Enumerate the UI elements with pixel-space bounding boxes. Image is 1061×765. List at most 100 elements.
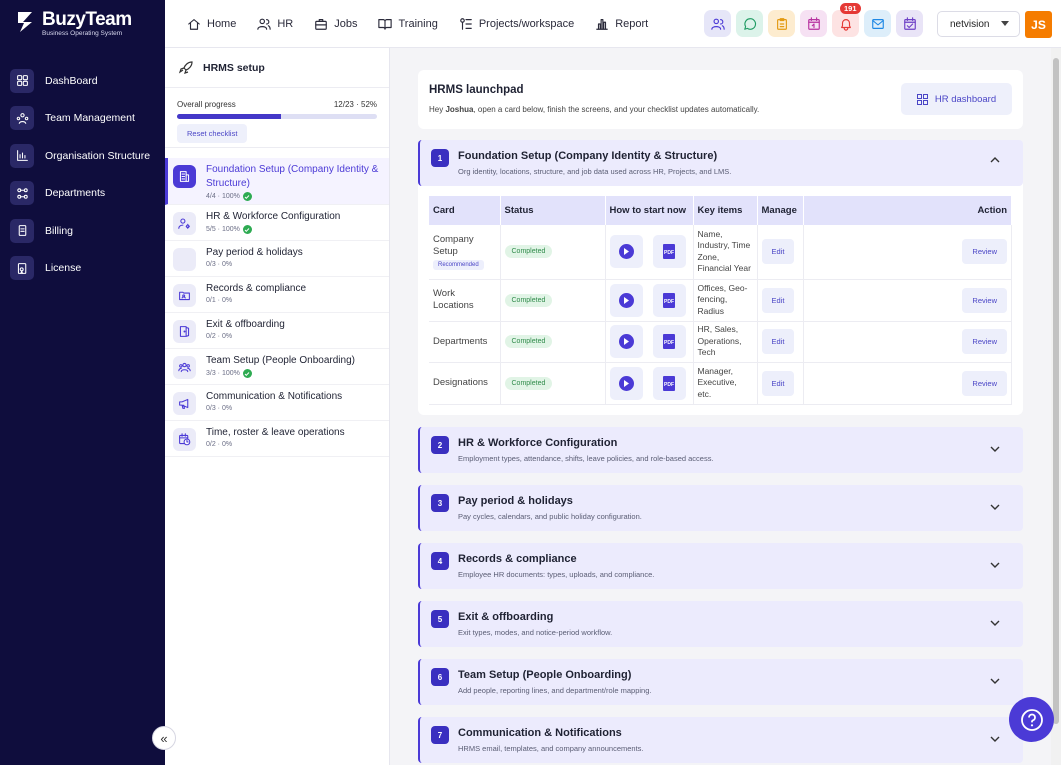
calendar-check-button[interactable]: [896, 10, 923, 37]
collapse-sidebar-button[interactable]: «: [152, 726, 176, 750]
section-header-1[interactable]: 1 Foundation Setup (Company Identity & St…: [418, 140, 1023, 186]
nav-item-label: License: [45, 262, 82, 275]
review-button[interactable]: Review: [962, 287, 1007, 313]
left-nav-list: DashBoard Team Management Organisation Str…: [0, 62, 165, 287]
question-icon: [1020, 708, 1043, 731]
play-video-button[interactable]: [609, 366, 643, 400]
calendar-button[interactable]: [800, 10, 827, 37]
setup-step-text: Pay period & holidays 0/3 · 0%: [206, 246, 303, 268]
progress-value: 12/23 · 52%: [333, 100, 377, 109]
cell-manage: Edit: [757, 362, 804, 405]
play-icon: [618, 334, 634, 349]
tenant-select[interactable]: netvision: [937, 11, 1020, 37]
setup-step-count: 0/2 · 0%: [206, 441, 233, 448]
cell-card: Departments: [429, 321, 501, 363]
setup-step-count: 5/5 · 100%: [206, 226, 240, 233]
nav-item-label: Team Management: [45, 112, 135, 125]
setup-step[interactable]: Foundation Setup (Company Identity & Str…: [165, 158, 389, 205]
col-action: Action: [803, 196, 1012, 225]
org-chart-icon: [10, 143, 34, 168]
progress-label: Overall progress: [177, 100, 236, 109]
chat-button[interactable]: [736, 10, 763, 37]
nav-item-license[interactable]: License: [0, 250, 165, 288]
setup-step[interactable]: Exit & offboarding 0/2 · 0%: [165, 313, 389, 349]
pdf-guide-button[interactable]: PDF: [652, 283, 686, 317]
chevron-down-icon[interactable]: [990, 562, 1000, 568]
pdf-guide-button[interactable]: PDF: [652, 235, 686, 269]
nav-item-dashboard[interactable]: DashBoard: [0, 62, 165, 100]
nav-item-organisation-structure[interactable]: Organisation Structure: [0, 137, 165, 175]
play-video-button[interactable]: [609, 235, 643, 269]
section-header-5[interactable]: 5 Exit & offboarding Exit types, modes, an…: [418, 601, 1023, 647]
section-header-6[interactable]: 6 Team Setup (People Onboarding) Add peopl…: [418, 659, 1023, 705]
nav-item-team-management[interactable]: Team Management: [0, 100, 165, 138]
section-header-7[interactable]: 7 Communication & Notifications HRMS email…: [418, 717, 1023, 763]
check-circle-icon: [242, 369, 252, 378]
scrollbar-thumb[interactable]: [1053, 58, 1059, 724]
pdf-guide-button[interactable]: PDF: [652, 325, 686, 358]
nav-item-departments[interactable]: Departments: [0, 175, 165, 213]
play-video-button[interactable]: [609, 283, 643, 317]
reset-checklist-button[interactable]: Reset checklist: [177, 124, 248, 143]
chevron-down-icon[interactable]: [990, 736, 1000, 742]
topnav-training[interactable]: Training: [378, 17, 438, 31]
status-badge: Completed: [504, 293, 553, 307]
topnav-projects-workspace[interactable]: Projects/workspace: [459, 17, 574, 31]
edit-button[interactable]: Edit: [761, 329, 795, 354]
chevron-down-icon[interactable]: [990, 504, 1000, 510]
clipboard-icon: [775, 17, 789, 31]
pdf-guide-button[interactable]: PDF: [652, 366, 686, 400]
review-button[interactable]: Review: [962, 370, 1007, 396]
setup-step-meta: 3/3 · 100%: [206, 369, 355, 378]
setup-step[interactable]: Time, roster & leave operations 0/2 · 0%: [165, 421, 389, 457]
topnav-jobs[interactable]: Jobs: [314, 17, 357, 31]
clipboard-button[interactable]: [768, 10, 795, 37]
megaphone-icon: [173, 392, 196, 415]
edit-button[interactable]: Edit: [761, 370, 795, 396]
topnav-report[interactable]: Report: [595, 17, 648, 31]
bell-button[interactable]: 191: [832, 3, 861, 37]
col-key-items: Key items: [693, 196, 758, 225]
review-button[interactable]: Review: [962, 239, 1007, 265]
status-badge: Completed: [504, 245, 553, 259]
play-video-button[interactable]: [609, 325, 643, 358]
setup-steps: Foundation Setup (Company Identity & Str…: [165, 158, 389, 457]
mail-button[interactable]: [864, 10, 891, 37]
cell-how: PDF: [605, 225, 694, 280]
setup-step[interactable]: Communication & Notifications 0/3 · 0%: [165, 385, 389, 421]
nav-item-label: Billing: [45, 224, 74, 237]
setup-step[interactable]: Pay period & holidays 0/3 · 0%: [165, 241, 389, 277]
section-subtitle: HRMS email, templates, and company annou…: [458, 744, 644, 753]
blank-icon: [173, 248, 196, 271]
hr-dashboard-button[interactable]: HR dashboard: [901, 83, 1012, 115]
caret-down-icon: [1001, 21, 1009, 26]
review-button[interactable]: Review: [962, 329, 1007, 354]
section-header-2[interactable]: 2 HR & Workforce Configuration Employment …: [418, 427, 1023, 473]
chevron-up-icon[interactable]: [990, 157, 1000, 163]
section-header-3[interactable]: 3 Pay period & holidays Pay cycles, calend…: [418, 485, 1023, 531]
topnav-hr[interactable]: HR: [257, 17, 293, 31]
main-scrollbar[interactable]: [1051, 48, 1061, 765]
chevron-down-icon[interactable]: [990, 446, 1000, 452]
cell-how: PDF: [605, 321, 694, 363]
recommended-badge: Recommended: [433, 259, 484, 270]
setup-step[interactable]: HR & Workforce Configuration 5/5 · 100%: [165, 205, 389, 241]
edit-button[interactable]: Edit: [761, 239, 795, 265]
setup-step[interactable]: Team Setup (People Onboarding) 3/3 · 100%: [165, 349, 389, 385]
topnav-home[interactable]: Home: [187, 17, 236, 31]
section-number: 7: [431, 726, 449, 744]
app-logo[interactable]: BuzyTeam Business Operating System: [16, 10, 132, 37]
edit-button[interactable]: Edit: [761, 287, 795, 313]
setup-step[interactable]: Records & compliance 0/1 · 0%: [165, 277, 389, 313]
chevron-down-icon[interactable]: [990, 620, 1000, 626]
chevron-down-icon[interactable]: [990, 678, 1000, 684]
users-button[interactable]: [704, 10, 731, 37]
nav-item-billing[interactable]: Billing: [0, 212, 165, 250]
book-icon: [378, 17, 393, 31]
help-button[interactable]: [1009, 697, 1054, 742]
people-icon: [257, 17, 272, 31]
folder-icon: [173, 284, 196, 307]
briefcase-icon: [314, 17, 328, 31]
section-header-4[interactable]: 4 Records & compliance Employee HR documen…: [418, 543, 1023, 589]
user-avatar[interactable]: JS: [1025, 11, 1052, 38]
